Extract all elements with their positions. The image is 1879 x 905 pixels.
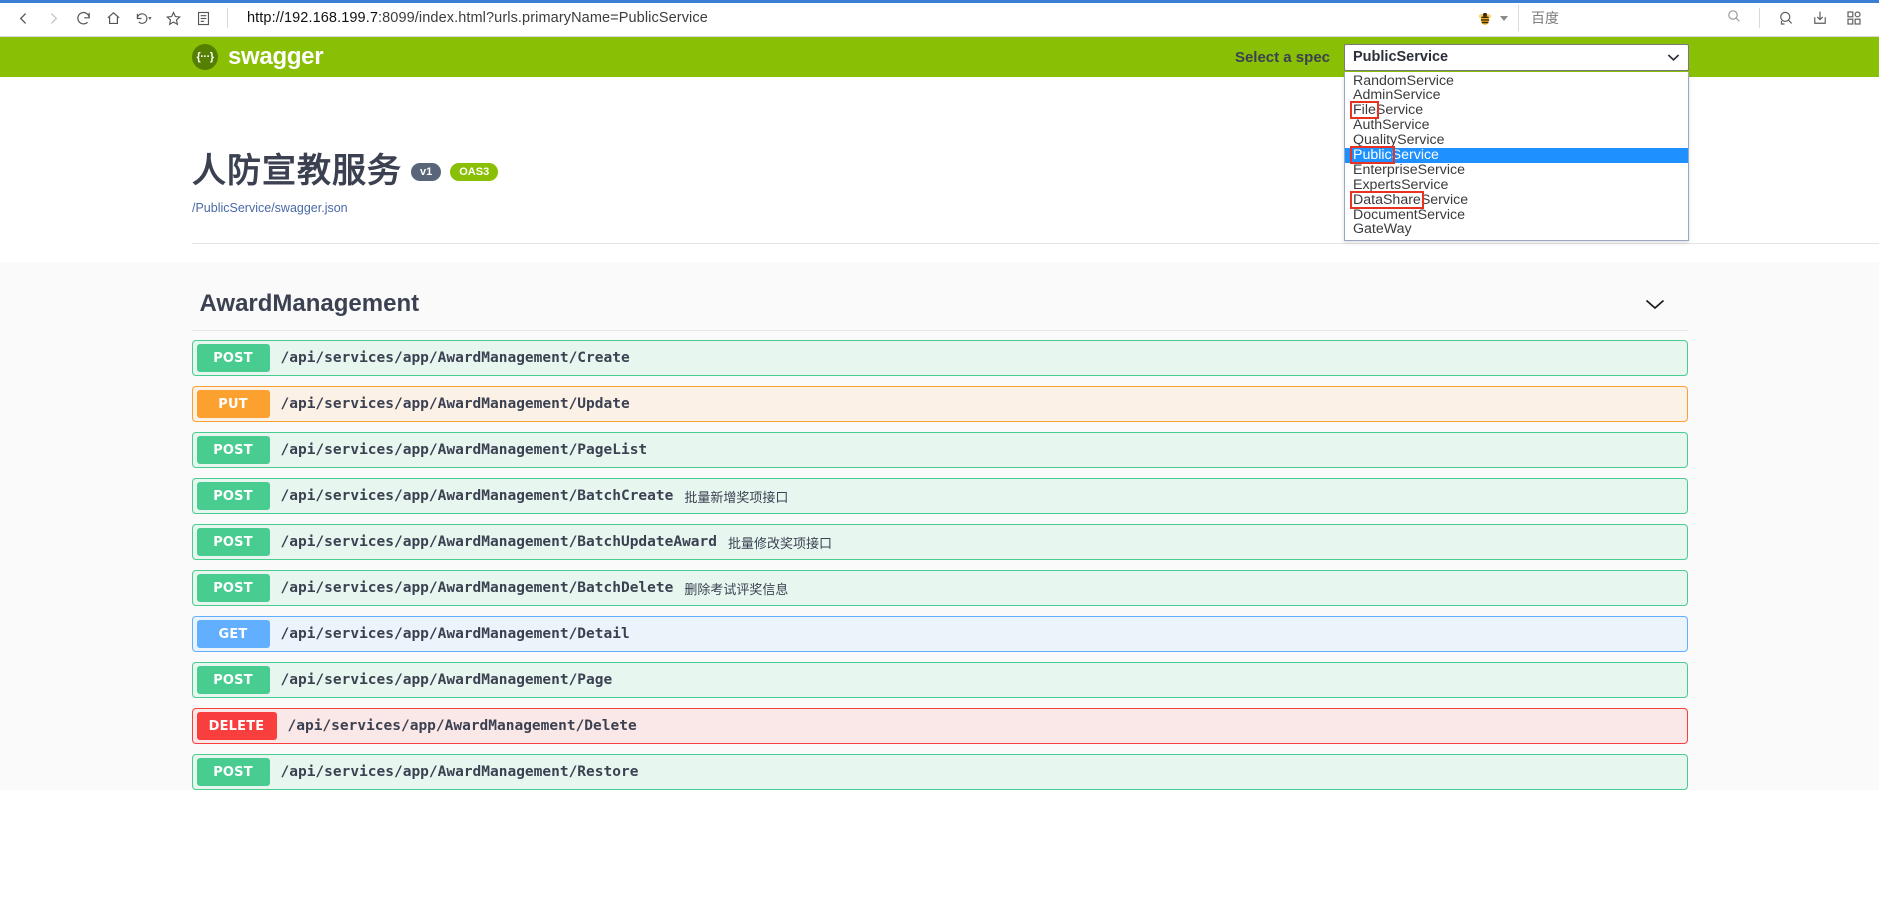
http-method-badge: POST	[196, 666, 270, 694]
operation-row[interactable]: PUT/api/services/app/AwardManagement/Upd…	[191, 386, 1688, 422]
search-engine-selector[interactable]	[1471, 4, 1512, 32]
toolbar-divider	[227, 8, 228, 28]
star-icon[interactable]	[158, 3, 188, 33]
spec-option-datashareservice[interactable]: DataShareService	[1345, 190, 1688, 209]
reload-icon[interactable]	[68, 3, 98, 33]
spec-option-documentservice[interactable]: DocumentService	[1345, 206, 1688, 223]
operation-path: /api/services/app/AwardManagement/Detail	[280, 626, 630, 642]
operation-path: /api/services/app/AwardManagement/BatchD…	[280, 580, 674, 596]
swagger-logo[interactable]: {···} swagger	[192, 43, 324, 71]
swagger-brace-icon: {···}	[192, 44, 218, 70]
operation-row[interactable]: POST/api/services/app/AwardManagement/Pa…	[191, 432, 1688, 468]
spec-selector-group: Select a spec PublicService RandomServic…	[1234, 43, 1879, 242]
http-method-badge: POST	[196, 528, 270, 556]
http-method-badge: POST	[196, 574, 270, 602]
operation-path: /api/services/app/AwardManagement/PageLi…	[280, 442, 648, 458]
http-method-badge: POST	[196, 344, 270, 372]
version-badge: v1	[411, 162, 442, 181]
spec-option-label: DocumentService	[1353, 206, 1465, 223]
chevron-down-icon	[1667, 51, 1680, 64]
http-method-badge: DELETE	[196, 712, 277, 740]
operations-list: POST/api/services/app/AwardManagement/Cr…	[191, 331, 1688, 790]
spec-option-qualityservice[interactable]: QualityService	[1345, 133, 1688, 148]
address-bar[interactable]: http://192.168.199.7:8099/index.html?url…	[237, 5, 1471, 31]
spec-select-value: PublicService	[1353, 49, 1449, 65]
operation-row[interactable]: POST/api/services/app/AwardManagement/Pa…	[191, 662, 1688, 698]
section-divider	[192, 243, 1879, 244]
screenshot-icon[interactable]	[1769, 3, 1803, 33]
select-spec-label: Select a spec	[1234, 48, 1330, 66]
operation-path: /api/services/app/AwardManagement/Restor…	[280, 764, 639, 780]
spec-option-label: EnterpriseService	[1353, 161, 1465, 178]
bee-icon	[1478, 12, 1492, 25]
http-method-badge: POST	[196, 482, 270, 510]
swagger-topbar: {···} swagger Select a spec PublicServic…	[0, 37, 1879, 242]
forward-arrow-icon	[38, 3, 68, 33]
spec-option-label: GateWay	[1353, 221, 1412, 238]
url-host: http://192.168.199.7	[247, 10, 378, 26]
operation-path: /api/services/app/AwardManagement/Update	[280, 396, 630, 412]
browser-toolbar: http://192.168.199.7:8099/index.html?url…	[0, 0, 1879, 37]
back-arrow-icon[interactable]	[8, 3, 38, 33]
tag-title: AwardManagement	[199, 290, 420, 317]
spec-option-label: FileService	[1353, 102, 1424, 119]
download-icon[interactable]	[1803, 3, 1837, 33]
spec-dropdown-list[interactable]: RandomService AdminService FileService Auth…	[1344, 71, 1689, 242]
chevron-down-icon[interactable]	[1644, 293, 1666, 315]
spec-option-label: PublicService	[1353, 146, 1439, 163]
search-engine-label: 百度	[1531, 10, 1559, 26]
swagger-wordmark: swagger	[228, 43, 324, 70]
spec-option-label: ExpertsService	[1353, 176, 1449, 193]
spec-option-randomservice[interactable]: RandomService	[1345, 72, 1688, 89]
tag-header[interactable]: AwardManagement	[191, 282, 1688, 331]
history-icon[interactable]	[128, 3, 158, 33]
http-method-badge: PUT	[196, 390, 270, 418]
operation-summary: 删除考试评奖信息	[684, 582, 789, 598]
apps-grid-icon[interactable]	[1837, 3, 1871, 33]
search-icon[interactable]	[1726, 8, 1742, 29]
operation-row[interactable]: POST/api/services/app/AwardManagement/Ba…	[191, 478, 1688, 514]
home-icon[interactable]	[98, 3, 128, 33]
toolbar-divider-2	[1759, 8, 1760, 28]
operation-row[interactable]: GET/api/services/app/AwardManagement/Det…	[191, 616, 1688, 652]
operation-path: /api/services/app/AwardManagement/Create	[280, 350, 630, 366]
spec-option-label: AdminService	[1353, 87, 1441, 104]
spec-option-label: AuthService	[1353, 117, 1430, 134]
reader-mode-icon[interactable]	[188, 3, 218, 33]
spec-option-label: DataShareService	[1353, 191, 1469, 208]
operation-row[interactable]: POST/api/services/app/AwardManagement/Cr…	[191, 340, 1688, 376]
url-path: :8099/index.html?urls.primaryName=Public…	[378, 10, 708, 26]
spec-option-gateway[interactable]: GateWay	[1345, 222, 1688, 237]
spec-option-label: RandomService	[1353, 72, 1454, 89]
spec-option-publicservice[interactable]: PublicService	[1345, 145, 1688, 164]
toolbar-right-group: 百度	[1471, 3, 1871, 33]
spec-option-expertsservice[interactable]: ExpertsService	[1345, 176, 1688, 193]
operation-summary: 批量新增奖项接口	[684, 490, 789, 506]
oas-badge: OAS3	[450, 162, 499, 181]
http-method-badge: POST	[196, 436, 270, 464]
spec-option-fileservice[interactable]: FileService	[1345, 101, 1688, 120]
operation-row[interactable]: DELETE/api/services/app/AwardManagement/…	[191, 708, 1688, 744]
chevron-down-icon	[1500, 15, 1508, 21]
http-method-badge: POST	[196, 758, 270, 786]
search-input[interactable]: 百度	[1518, 5, 1750, 31]
page-title: 人防宣教服务	[192, 151, 402, 191]
operation-path: /api/services/app/AwardManagement/Delete	[287, 718, 637, 734]
spec-select[interactable]: PublicService RandomService AdminService F…	[1344, 43, 1689, 242]
operation-row[interactable]: POST/api/services/app/AwardManagement/Ba…	[191, 570, 1688, 606]
operation-row[interactable]: POST/api/services/app/AwardManagement/Ba…	[191, 524, 1688, 560]
http-method-badge: GET	[196, 620, 270, 648]
spec-option-authservice[interactable]: AuthService	[1345, 118, 1688, 133]
tag-section: AwardManagement POST/api/services/app/Aw…	[0, 262, 1879, 790]
operation-path: /api/services/app/AwardManagement/BatchC…	[280, 488, 674, 504]
operation-path: /api/services/app/AwardManagement/Page	[280, 672, 613, 688]
operation-summary: 批量修改奖项接口	[728, 536, 833, 552]
spec-option-label: QualityService	[1353, 132, 1445, 149]
spec-option-adminservice[interactable]: AdminService	[1345, 88, 1688, 103]
operation-row[interactable]: POST/api/services/app/AwardManagement/Re…	[191, 754, 1688, 790]
operation-path: /api/services/app/AwardManagement/BatchU…	[280, 534, 718, 550]
spec-option-enterpriseservice[interactable]: EnterpriseService	[1345, 161, 1688, 178]
